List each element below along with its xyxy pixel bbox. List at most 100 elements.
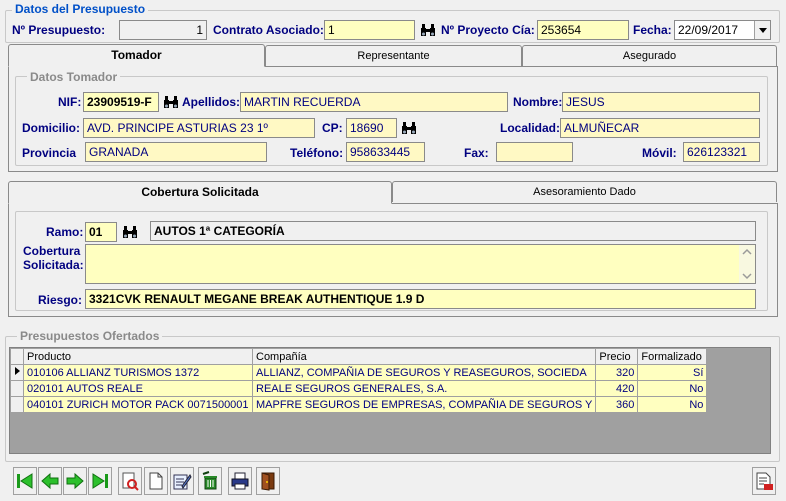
col-formalizado-header[interactable]: Formalizado: [637, 348, 708, 365]
edit-button[interactable]: [170, 467, 194, 495]
exit-button[interactable]: [256, 467, 280, 495]
first-record-button[interactable]: [13, 467, 37, 495]
movil-label: Móvil:: [642, 146, 677, 160]
ofertados-title: Presupuestos Ofertados: [17, 329, 163, 343]
tab-cobertura-solicitada[interactable]: Cobertura Solicitada: [8, 181, 392, 204]
cobertura-label-1: Cobertura: [23, 244, 81, 258]
ramo-search-icon[interactable]: [121, 223, 139, 241]
prev-record-button[interactable]: [38, 467, 62, 495]
last-record-button[interactable]: [88, 467, 112, 495]
table-row[interactable]: 020101 AUTOS REALE REALE SEGUROS GENERAL…: [10, 380, 708, 397]
exit-icon: [261, 472, 275, 491]
next-record-button[interactable]: [63, 467, 87, 495]
ramo-code-field[interactable]: 01: [85, 222, 117, 242]
nif-label: NIF:: [58, 95, 82, 109]
datos-tomador-title: Datos Tomador: [27, 70, 121, 84]
cobertura-scrollbar[interactable]: [739, 245, 755, 283]
fax-label: Fax:: [464, 146, 489, 160]
nombre-label: Nombre:: [513, 95, 563, 109]
table-header-row: Producto Compañía Precio Formalizado: [10, 348, 708, 365]
search-button[interactable]: [118, 467, 142, 495]
cell-compania[interactable]: ALLIANZ, COMPAÑIA DE SEGUROS Y REASEGURO…: [251, 364, 597, 381]
row-indicator-header: [10, 348, 24, 365]
row-indicator: [10, 396, 24, 413]
telefono-label: Teléfono:: [290, 146, 344, 160]
domicilio-label: Domicilio:: [22, 121, 81, 135]
localidad-label: Localidad:: [500, 121, 561, 135]
first-icon: [17, 473, 33, 489]
riesgo-label: Riesgo:: [38, 293, 83, 307]
print-icon: [231, 472, 249, 490]
delete-button[interactable]: [198, 467, 222, 495]
cell-formalizado[interactable]: No: [637, 396, 708, 413]
contrato-search-icon[interactable]: [419, 21, 437, 39]
localidad-field[interactable]: ALMUÑECAR: [560, 118, 760, 138]
cell-compania[interactable]: MAPFRE SEGUROS DE EMPRESAS, COMPAÑIA DE …: [251, 396, 597, 413]
apellidos-label: Apellidos:: [182, 95, 241, 109]
cell-precio[interactable]: 320: [595, 364, 639, 381]
table-row[interactable]: 010106 ALLIANZ TURISMOS 1372 ALLIANZ, CO…: [10, 364, 708, 381]
row-indicator: [10, 380, 24, 397]
fax-field[interactable]: [496, 142, 573, 162]
search-icon: [122, 472, 139, 491]
num-presupuesto-field: 1: [119, 20, 207, 40]
cell-compania[interactable]: REALE SEGUROS GENERALES, S.A.: [251, 380, 597, 397]
col-compania-header[interactable]: Compañía: [251, 348, 597, 365]
nif-search-icon[interactable]: [162, 93, 180, 111]
provincia-label: Provincia: [22, 146, 77, 160]
ramo-label: Ramo:: [46, 225, 84, 239]
nombre-field[interactable]: JESUS: [562, 92, 760, 112]
cobertura-textarea[interactable]: [85, 244, 756, 284]
prev-icon: [41, 472, 59, 490]
new-icon: [149, 472, 163, 490]
domicilio-field[interactable]: AVD. PRINCIPE ASTURIAS 23 1º: [83, 118, 315, 138]
cell-formalizado[interactable]: No: [637, 380, 708, 397]
tab-tomador[interactable]: Tomador: [8, 44, 265, 67]
cell-formalizado[interactable]: Sí: [637, 364, 708, 381]
num-presupuesto-label: Nº Presupuesto:: [12, 23, 106, 37]
tab-representante[interactable]: Representante: [265, 45, 522, 66]
cp-search-icon[interactable]: [400, 119, 418, 137]
row-indicator: [10, 364, 24, 381]
report-button[interactable]: [752, 467, 776, 495]
fecha-dropdown-button[interactable]: [754, 21, 770, 39]
cell-producto[interactable]: 020101 AUTOS REALE: [23, 380, 253, 397]
ofertados-table: Producto Compañía Precio Formalizado 010…: [10, 348, 708, 413]
fecha-label: Fecha:: [633, 23, 672, 37]
cell-producto[interactable]: 010106 ALLIANZ TURISMOS 1372: [23, 364, 253, 381]
cell-precio[interactable]: 420: [595, 380, 639, 397]
tab-asesoramiento-dado[interactable]: Asesoramiento Dado: [392, 181, 777, 202]
ofertados-grid: Producto Compañía Precio Formalizado 010…: [9, 347, 771, 454]
apellidos-field[interactable]: MARTIN RECUERDA: [240, 92, 508, 112]
scroll-down-icon[interactable]: [739, 270, 755, 282]
proyecto-label: Nº Proyecto Cía:: [441, 23, 535, 37]
movil-field[interactable]: 626123321: [683, 142, 760, 162]
new-button[interactable]: [144, 467, 168, 495]
riesgo-field[interactable]: 3321CVK RENAULT MEGANE BREAK AUTHENTIQUE…: [85, 289, 756, 309]
edit-icon: [173, 474, 192, 490]
cell-producto[interactable]: 040101 ZURICH MOTOR PACK 0071500001: [23, 396, 253, 413]
scroll-up-icon[interactable]: [739, 246, 755, 258]
provincia-field[interactable]: GRANADA: [85, 142, 267, 162]
ramo-description-field: AUTOS 1ª CATEGORÍA: [150, 221, 756, 241]
print-button[interactable]: [228, 467, 252, 495]
current-row-icon: [15, 367, 20, 375]
next-icon: [66, 472, 84, 490]
proyecto-field[interactable]: 253654: [537, 20, 629, 40]
delete-icon: [202, 471, 217, 490]
cp-field[interactable]: 18690: [346, 118, 397, 138]
datos-presupuesto-title: Datos del Presupuesto: [12, 2, 149, 16]
col-producto-header[interactable]: Producto: [23, 348, 253, 365]
cell-precio[interactable]: 360: [595, 396, 639, 413]
telefono-field[interactable]: 958633445: [346, 142, 425, 162]
tab-asegurado[interactable]: Asegurado: [522, 45, 777, 66]
cobertura-label-2: Solicitada:: [23, 258, 84, 272]
table-row[interactable]: 040101 ZURICH MOTOR PACK 0071500001 MAPF…: [10, 396, 708, 413]
report-icon: [756, 472, 773, 490]
last-icon: [92, 473, 108, 489]
cp-label: CP:: [322, 121, 343, 135]
chevron-down-icon: [758, 27, 767, 33]
contrato-field[interactable]: 1: [324, 20, 415, 40]
col-precio-header[interactable]: Precio: [595, 348, 639, 365]
nif-field[interactable]: 23909519-F: [83, 92, 159, 112]
